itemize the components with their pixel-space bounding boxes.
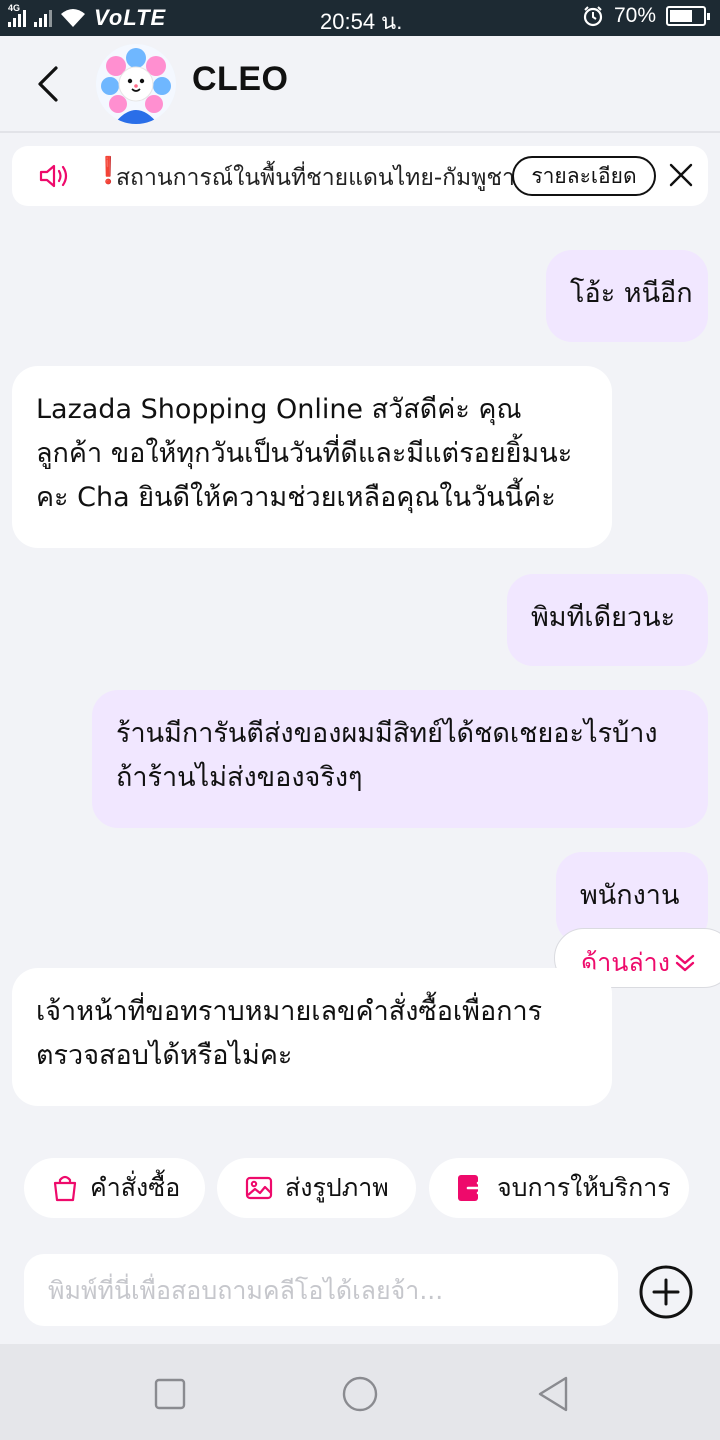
message-text: พนักงาน [580,880,680,911]
status-left: 4G VoLTE [8,3,167,32]
message-line: ร้านมีการันตีส่งของผมมีสิทย์ได้ชดเชยอะไร… [116,718,658,749]
back-arrow-icon[interactable] [30,62,70,106]
status-time: 20:54 น. [320,9,403,34]
battery-level [670,10,693,22]
notice-text: สถานการณ์ในพื้นที่ชายแดนไทย-กัมพูชา [116,165,515,191]
orders-button[interactable]: คำสั่งซื้อ [24,1158,205,1218]
speaker-icon [39,164,68,188]
message-text: พิมทีเดียวนะ [531,602,676,633]
add-icon[interactable] [638,1264,694,1320]
image-icon [245,1176,273,1200]
message-line: ตรวจสอบได้หรือไม่คะ [36,1040,293,1071]
end-service-label: จบการให้บริการ [497,1173,671,1202]
home-icon[interactable] [340,1374,380,1414]
message-outgoing[interactable]: พิมทีเดียวนะ [507,574,708,666]
message-line: Lazada Shopping Online สวัสดีค่ะ คุณ [36,394,522,425]
message-outgoing[interactable]: โอ้ะ หนีอีก [546,250,708,342]
cleo-mascot-icon [96,44,176,124]
chat-header: CLEO [0,36,720,133]
recent-apps-icon[interactable] [150,1374,190,1414]
message-incoming[interactable]: เจ้าหน้าที่ขอทราบหมายเลขคำสั่งซื้อเพื่อก… [12,968,612,1106]
message-incoming[interactable]: Lazada Shopping Online สวัสดีค่ะ คุณ ลูก… [12,366,612,548]
close-icon[interactable] [668,162,694,188]
system-nav-bar [0,1344,720,1440]
avatar[interactable] [96,44,176,124]
notice-banner[interactable]: ❗ สถานการณ์ในพื้นที่ชายแดนไทย-กัมพูชา รา… [12,146,708,206]
message-line: ถ้าร้านไม่ส่งของจริงๆ [116,762,363,793]
signal-2-icon [34,9,52,27]
double-chevron-down-icon [675,954,695,972]
battery-percent: 70% [613,4,656,27]
exit-icon [458,1175,485,1201]
message-text: โอ้ะ หนีอีก [570,278,693,309]
send-image-label: ส่งรูปภาพ [285,1173,389,1202]
volte-label: VoLTE [94,5,167,30]
orders-label: คำสั่งซื้อ [90,1173,181,1202]
signal-icon: 4G [8,3,26,27]
back-icon[interactable] [534,1374,574,1414]
send-image-button[interactable]: ส่งรูปภาพ [217,1158,416,1218]
message-line: คะ Cha ยินดีให้ความช่วยเหลือคุณในวันนี้ค… [36,482,556,513]
end-service-button[interactable]: จบการให้บริการ [429,1158,689,1218]
status-bar: 4G VoLTE 20:54 น. 70% [0,0,720,36]
battery-icon [666,6,710,26]
message-input[interactable] [24,1254,618,1326]
message-line: ลูกค้า ขอให้ทุกวันเป็นวันที่ดีและมีแต่รอ… [36,438,573,469]
shopping-bag-icon [53,1175,77,1202]
wifi-icon [61,9,85,27]
status-right: 70% [582,4,710,28]
chat-title: CLEO [192,60,289,98]
alarm-icon [583,6,603,27]
message-line: เจ้าหน้าที่ขอทราบหมายเลขคำสั่งซื้อเพื่อก… [36,996,543,1027]
message-outgoing[interactable]: ร้านมีการันตีส่งของผมมีสิทย์ได้ชดเชยอะไร… [92,690,708,828]
network-type-label: 4G [8,3,21,13]
details-button[interactable]: รายละเอียด [512,156,656,196]
